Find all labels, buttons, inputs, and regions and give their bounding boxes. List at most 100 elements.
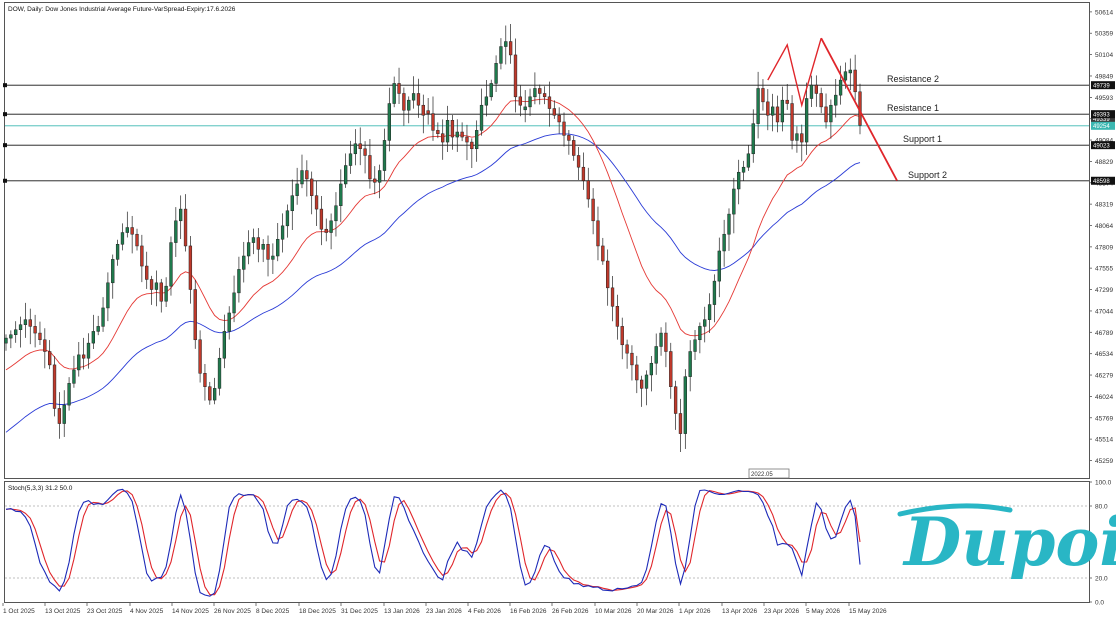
- price-tick-label: 47809: [1095, 244, 1113, 251]
- candle-body: [630, 352, 634, 366]
- candle-body: [120, 232, 125, 245]
- candle-body: [9, 334, 13, 339]
- candle-body: [174, 220, 178, 243]
- price-tick-label: 49849: [1095, 73, 1113, 80]
- price-tag-label: 49393: [1093, 112, 1110, 118]
- candle-body: [23, 319, 28, 325]
- level-label: Resistance 1: [887, 103, 939, 113]
- candle-body: [261, 244, 265, 250]
- candle-body: [348, 153, 353, 166]
- candle-body: [664, 332, 668, 352]
- candle-body: [455, 131, 459, 138]
- candle[interactable]: [193, 279, 197, 349]
- price-tag-label: 49023: [1093, 143, 1110, 149]
- candle-body: [266, 244, 270, 260]
- candle-body: [314, 195, 319, 210]
- candle-body: [572, 140, 576, 156]
- candle-body: [72, 369, 76, 384]
- candle-body: [324, 228, 328, 233]
- candle-body: [591, 198, 595, 222]
- candle-body: [222, 331, 227, 359]
- candle-body: [669, 351, 673, 387]
- candle-body: [358, 143, 362, 150]
- candle-body: [673, 386, 678, 414]
- candle-body: [450, 120, 455, 138]
- level-label: Support 2: [908, 170, 947, 180]
- chart-header: DOW, Daily: Dow Jones Industrial Average…: [8, 6, 236, 13]
- candle-body: [819, 93, 823, 108]
- candle-body: [256, 237, 260, 250]
- level-handle[interactable]: [3, 178, 7, 183]
- candle-body: [242, 255, 246, 270]
- candle-body: [780, 99, 785, 123]
- candle-body: [707, 304, 712, 320]
- price-tick-label: 45514: [1095, 437, 1113, 444]
- candle-body: [285, 210, 290, 227]
- candle-body: [411, 93, 416, 101]
- candle-body: [329, 220, 333, 233]
- candle-body: [479, 104, 484, 131]
- candle-body: [615, 306, 620, 327]
- candle-body: [28, 319, 32, 327]
- candle-body: [67, 383, 71, 406]
- candle-body: [353, 143, 358, 155]
- candle-body: [693, 339, 697, 352]
- candle-body: [625, 344, 629, 354]
- date-tick-label: 23 Apr 2026: [764, 608, 799, 615]
- candle-body: [853, 69, 857, 93]
- level-label: Resistance 2: [887, 74, 939, 84]
- price-tick-label: 47555: [1095, 266, 1113, 273]
- candle-body: [135, 233, 139, 247]
- candle-body: [552, 108, 556, 116]
- price-tick-label: 49593: [1095, 95, 1113, 102]
- candle-body: [465, 136, 469, 143]
- date-tick-label: 16 Feb 2026: [510, 608, 547, 615]
- candle-body: [402, 93, 406, 111]
- candle-body: [484, 96, 489, 106]
- candle-body: [208, 386, 212, 401]
- date-tick-label: 20 Mar 2026: [637, 608, 674, 615]
- level-handle[interactable]: [3, 143, 7, 148]
- candle-body: [62, 404, 66, 424]
- price-tick-label: 46279: [1095, 373, 1113, 380]
- candle-body: [300, 170, 304, 185]
- candle-body: [57, 408, 62, 424]
- candle-body: [106, 282, 110, 309]
- candle-body: [130, 227, 134, 235]
- candle-body: [198, 339, 202, 374]
- candle-body: [48, 351, 52, 366]
- candle-body: [800, 133, 804, 143]
- candle-body: [154, 282, 159, 290]
- candle-body: [164, 285, 168, 302]
- price-tick-label: 46024: [1095, 394, 1113, 401]
- level-handle[interactable]: [3, 112, 7, 117]
- price-tick-label: 45769: [1095, 415, 1113, 422]
- candle-body: [18, 324, 23, 330]
- candle-body: [698, 326, 702, 341]
- candle[interactable]: [52, 356, 57, 417]
- candle-body: [14, 329, 18, 335]
- candle-body: [183, 208, 188, 247]
- candle-body: [741, 166, 746, 173]
- date-tick-label: 23 Oct 2025: [87, 608, 123, 615]
- candle-body: [470, 141, 474, 150]
- candle-body: [606, 260, 610, 289]
- candle-body: [392, 83, 396, 104]
- candle-body: [421, 104, 425, 116]
- candle-body: [295, 183, 299, 196]
- candle-body: [814, 84, 818, 94]
- candle-body: [101, 307, 105, 327]
- candle-body: [562, 121, 566, 136]
- candle-body: [654, 346, 658, 364]
- candle-body: [499, 46, 503, 64]
- level-label: Support 1: [903, 134, 942, 144]
- candle-body: [373, 178, 377, 183]
- candle-body: [688, 351, 692, 377]
- chart-canvas[interactable]: 5061450359501044984949593493394908448829…: [0, 0, 1116, 617]
- price-tick-label: 48829: [1095, 159, 1113, 166]
- candle-body: [86, 342, 91, 359]
- price-tick-label: 48319: [1095, 202, 1113, 209]
- price-tag-label: 49739: [1093, 83, 1110, 89]
- date-tick-label: 10 Mar 2026: [595, 608, 632, 615]
- level-handle[interactable]: [3, 83, 7, 88]
